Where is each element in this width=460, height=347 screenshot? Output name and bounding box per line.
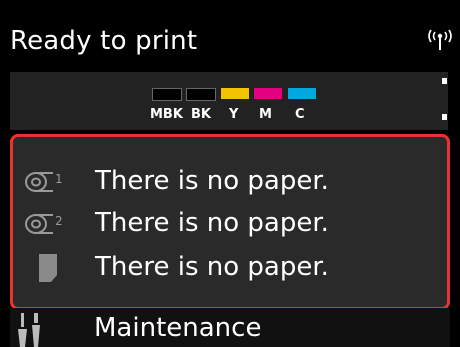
ink-bar-y: [221, 88, 249, 99]
paper-status-text: There is no paper.: [95, 252, 329, 282]
ink-label-y: Y: [229, 107, 239, 122]
ink-label-c: C: [295, 107, 305, 122]
ink-level-panel[interactable]: MBK BK Y M C: [10, 72, 448, 130]
svg-text:2: 2: [55, 214, 63, 228]
ink-label-bk: BK: [191, 107, 211, 122]
maintenance-icon: [18, 313, 40, 347]
page-indicator-dot: [442, 78, 447, 84]
maintenance-label: Maintenance: [94, 313, 262, 343]
roll-2-icon: 2: [25, 214, 63, 234]
page-indicator-dot: [442, 114, 447, 120]
ink-label-mbk: MBK: [150, 107, 183, 122]
status-row-roll-2[interactable]: 2 There is no paper.: [13, 203, 447, 243]
header-bar: Ready to print: [0, 0, 460, 70]
ink-label-m: M: [259, 107, 272, 122]
status-row-roll-1[interactable]: 1 There is no paper.: [13, 161, 447, 201]
ink-bar-m: [254, 88, 282, 99]
menu-item-maintenance[interactable]: Maintenance: [10, 308, 450, 347]
status-row-cut-sheet[interactable]: There is no paper.: [13, 247, 447, 287]
paper-status-text: There is no paper.: [95, 208, 329, 238]
ink-bar-c: [288, 88, 316, 99]
roll-1-icon: 1: [25, 172, 63, 192]
status-title: Ready to print: [10, 26, 198, 56]
cut-sheet-icon: [39, 254, 57, 282]
ink-bar-bk: [186, 88, 216, 101]
paper-status-text: There is no paper.: [95, 166, 329, 196]
svg-text:1: 1: [55, 172, 63, 186]
ink-bar-mbk: [152, 88, 182, 101]
wireless-icon: [428, 29, 452, 50]
paper-status-panel[interactable]: 1 There is no paper. 2 There is no paper…: [10, 134, 450, 310]
